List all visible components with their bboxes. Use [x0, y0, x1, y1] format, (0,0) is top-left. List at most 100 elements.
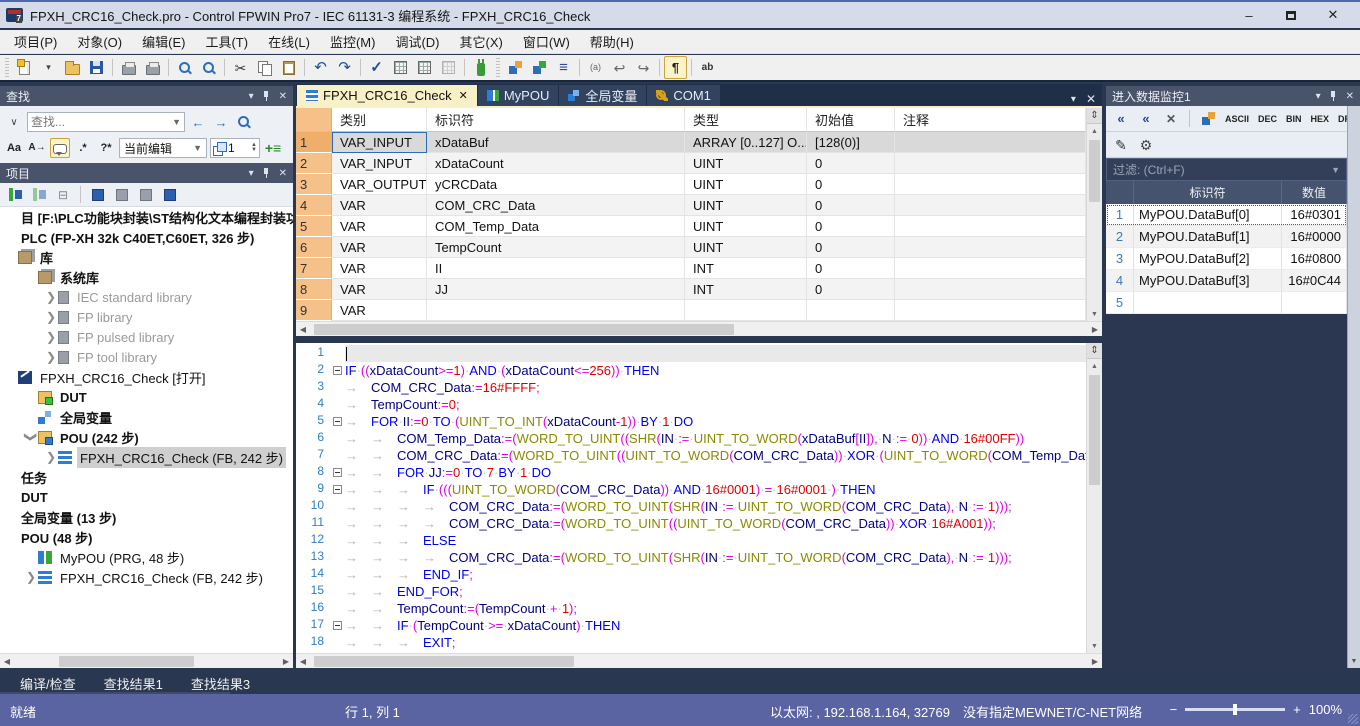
- tree-item[interactable]: DUT: [0, 387, 293, 407]
- object-layout-button[interactable]: [504, 56, 527, 79]
- code-line[interactable]: 9→→→IF·(((UINT_TO_WORD(COM_CRC_Data))·AN…: [296, 481, 1086, 498]
- rename-object-button[interactable]: [112, 185, 132, 205]
- tree-expander-icon[interactable]: ❯: [44, 330, 58, 344]
- watch-row[interactable]: 4MyPOU.DataBuf[3]16#0C44: [1106, 270, 1347, 292]
- fold-collapse-icon[interactable]: [333, 417, 342, 426]
- tree-item[interactable]: ❯FPXH_CRC16_Check (FB, 242 步): [0, 447, 293, 467]
- column-header[interactable]: [1106, 181, 1134, 204]
- tree-item[interactable]: DUT: [0, 487, 293, 507]
- expand-search-icon[interactable]: ∨: [4, 112, 24, 132]
- navigate-forward-button[interactable]: ↪: [632, 56, 655, 79]
- copy-button[interactable]: [253, 56, 276, 79]
- tree-expander-icon[interactable]: ❯: [24, 430, 38, 444]
- search-button[interactable]: [234, 112, 254, 132]
- panel-dropdown-icon[interactable]: ▾: [249, 91, 254, 102]
- document-tab-全局变量[interactable]: 全局变量: [559, 85, 646, 106]
- add-search-filter-button[interactable]: +≡: [263, 138, 283, 158]
- table-row[interactable]: 5VARCOM_Temp_DataUINT0: [296, 216, 1086, 237]
- code-line[interactable]: 15→→END_FOR;: [296, 583, 1086, 600]
- pin-icon[interactable]: [263, 91, 270, 101]
- online-mode-button[interactable]: [469, 56, 492, 79]
- navigate-back-button[interactable]: ↩: [608, 56, 631, 79]
- find-next-button[interactable]: →: [211, 112, 231, 132]
- cascade-button[interactable]: [1198, 109, 1218, 129]
- resize-grip[interactable]: [1348, 714, 1358, 724]
- open-project-button[interactable]: [61, 56, 84, 79]
- delete-watch-button[interactable]: ✕: [1161, 109, 1181, 129]
- column-header[interactable]: 初始值: [807, 108, 895, 132]
- format-hex-button[interactable]: HEX: [1309, 112, 1332, 126]
- scroll-right-icon[interactable]: ▶: [279, 657, 293, 666]
- menu-item-o[interactable]: 对象(O): [67, 29, 132, 54]
- watch-row[interactable]: 3MyPOU.DataBuf[2]16#0800: [1106, 248, 1347, 270]
- watch-vscrollbar[interactable]: ▼: [1347, 106, 1360, 668]
- regex-button[interactable]: .*: [73, 138, 93, 158]
- table-row[interactable]: 2VAR_INPUTxDataCountUINT0: [296, 153, 1086, 174]
- compile-button[interactable]: [389, 56, 412, 79]
- format-bin-button[interactable]: BIN: [1284, 112, 1304, 126]
- code-line[interactable]: 8→→FOR·JJ:=0·TO·7·BY·1·DO: [296, 464, 1086, 481]
- table-row[interactable]: 1VAR_INPUTxDataBufARRAY [0..127] O...[12…: [296, 132, 1086, 153]
- pin-icon[interactable]: [263, 168, 270, 178]
- scroll-left-icon[interactable]: ◀: [296, 325, 310, 334]
- write-value-button[interactable]: ✎: [1111, 135, 1131, 155]
- scroll-left-icon[interactable]: ◀: [0, 657, 14, 666]
- zoom-in-button[interactable]: +: [1293, 702, 1301, 717]
- find-previous-button[interactable]: ←: [188, 112, 208, 132]
- paste-button[interactable]: [277, 56, 300, 79]
- add-instance-button[interactable]: [29, 185, 49, 205]
- column-header[interactable]: 数值: [1282, 181, 1347, 204]
- code-line[interactable]: 1: [296, 345, 1086, 362]
- fold-collapse-icon[interactable]: [333, 485, 342, 494]
- table-row[interactable]: 4VARCOM_CRC_DataUINT0: [296, 195, 1086, 216]
- scroll-down-icon[interactable]: ▼: [1087, 307, 1102, 321]
- tree-item[interactable]: 任务: [0, 467, 293, 487]
- tree-item[interactable]: 系统库: [0, 267, 293, 287]
- menu-item-h[interactable]: 帮助(H): [580, 29, 644, 54]
- tree-expander-icon[interactable]: ❯: [44, 310, 58, 324]
- match-word-button[interactable]: A→: [27, 138, 47, 158]
- fold-collapse-icon[interactable]: [333, 468, 342, 477]
- tree-item[interactable]: FPXH_CRC16_Check [打开]: [0, 367, 293, 387]
- check-pou-button[interactable]: ✓: [365, 56, 388, 79]
- split-view-icon[interactable]: ⇕: [1087, 343, 1102, 359]
- scroll-up-icon[interactable]: ▲: [1087, 124, 1102, 138]
- code-line[interactable]: 12→→→ELSE: [296, 532, 1086, 549]
- tree-item[interactable]: ❯FP library: [0, 307, 293, 327]
- undo-button[interactable]: ↶: [309, 56, 332, 79]
- menu-item-m[interactable]: 监控(M): [320, 29, 386, 54]
- project-tree-hscrollbar[interactable]: ◀ ▶: [0, 653, 293, 668]
- new-object-button[interactable]: [88, 185, 108, 205]
- variable-table-hscrollbar[interactable]: ◀ ▶: [296, 321, 1102, 336]
- code-line[interactable]: 3→COM_CRC_Data:=16#FFFF;: [296, 379, 1086, 396]
- match-count-stepper[interactable]: 1▲▼: [210, 138, 260, 158]
- panel-dropdown-icon[interactable]: ▾: [1316, 91, 1321, 102]
- scroll-up-icon[interactable]: ▲: [1087, 359, 1102, 373]
- match-case-button[interactable]: Aa: [4, 138, 24, 158]
- format-align-button[interactable]: ≡: [552, 56, 575, 79]
- code-line[interactable]: 18→→→EXIT;: [296, 634, 1086, 651]
- caret-button[interactable]: ▾: [37, 56, 60, 79]
- redo-button[interactable]: ↷: [333, 56, 356, 79]
- print-button[interactable]: [141, 56, 164, 79]
- column-header[interactable]: [296, 108, 332, 132]
- filter-dropdown-icon[interactable]: ▼: [1331, 165, 1340, 175]
- panel-dropdown-icon[interactable]: ▾: [249, 168, 254, 179]
- zoom-out-button[interactable]: −: [1170, 702, 1178, 717]
- column-header[interactable]: 类别: [332, 108, 427, 132]
- watch-row[interactable]: 5: [1106, 292, 1347, 314]
- minimize-button[interactable]: –: [1228, 3, 1270, 27]
- code-line[interactable]: 6→→COM_Temp_Data:=(WORD_TO_UINT((SHR(IN·…: [296, 430, 1086, 447]
- bracket-select-button[interactable]: (a): [584, 56, 607, 79]
- table-row[interactable]: 9VAR: [296, 300, 1086, 321]
- search-scope-select[interactable]: 当前编辑▼: [119, 138, 207, 158]
- menu-item-d[interactable]: 调试(D): [385, 29, 449, 54]
- tree-item[interactable]: ❯POU (242 步): [0, 427, 293, 447]
- code-line[interactable]: 14→→→END_IF;: [296, 566, 1086, 583]
- insert-instance-button[interactable]: [5, 185, 25, 205]
- tree-item[interactable]: 全局变量 (13 步): [0, 507, 293, 527]
- code-line[interactable]: 16→→TempCount:=(TempCount·+·1);: [296, 600, 1086, 617]
- find-button[interactable]: [173, 56, 196, 79]
- pin-icon[interactable]: [1330, 91, 1337, 101]
- menu-item-w[interactable]: 窗口(W): [513, 29, 580, 54]
